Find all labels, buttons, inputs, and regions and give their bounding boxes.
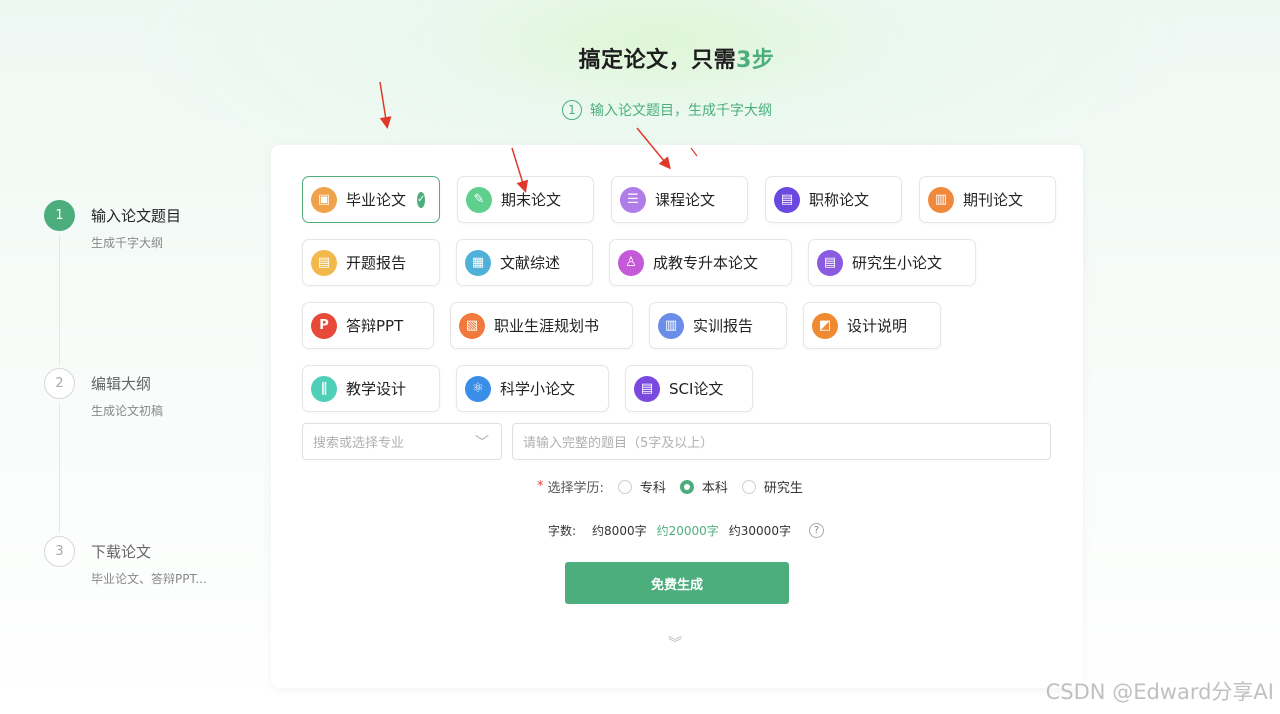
- paper-type-icon: ◩: [812, 312, 838, 339]
- paper-type-chip[interactable]: P 答辩PPT: [302, 302, 434, 349]
- topic-input-placeholder: 请输入完整的题目（5字及以上）: [523, 436, 714, 451]
- required-mark: *: [537, 479, 544, 494]
- step-connector: [59, 235, 60, 365]
- current-step-hint: 1 输入论文题目，生成千字大纲: [562, 100, 772, 120]
- paper-type-chip[interactable]: ☰ 课程论文: [611, 176, 748, 223]
- paper-type-label: 教学设计: [346, 380, 407, 398]
- paper-type-grid: ▣ 毕业论文 ✓ ✎ 期末论文 ☰ 课程论文 ▤ 职称论文 ▥ 期刊论文 ▤ 开题报告 ▦ 文献综述 ♙ 成教…: [302, 176, 1062, 428]
- radio-icon: [617, 479, 632, 494]
- paper-type-icon: ▦: [465, 249, 491, 276]
- radio-checked-icon: [679, 479, 694, 494]
- paper-type-icon: ✎: [466, 186, 492, 213]
- paper-type-chip[interactable]: ∥ 教学设计: [302, 365, 440, 412]
- step-3-number: 3: [44, 536, 75, 567]
- paper-type-icon: ▥: [658, 312, 684, 339]
- step-3-title: 下载论文: [91, 543, 152, 561]
- paper-type-label: 科学小论文: [500, 380, 576, 398]
- step-2-number: 2: [44, 368, 75, 399]
- paper-type-icon: ▣: [311, 186, 337, 213]
- paper-type-chip[interactable]: ▥ 期刊论文: [919, 176, 1056, 223]
- page-title: 搞定论文，只需3步: [578, 48, 775, 73]
- paper-type-label: SCI论文: [669, 380, 724, 398]
- paper-type-chip[interactable]: ▥ 实训报告: [649, 302, 787, 349]
- paper-type-label: 期刊论文: [963, 191, 1024, 209]
- paper-type-chip[interactable]: ♙ 成教专升本论文: [609, 239, 792, 286]
- step-3-subtitle: 毕业论文、答辩PPT...: [91, 572, 207, 586]
- word-count-label: 字数:: [548, 524, 577, 538]
- degree-option-graduate[interactable]: 研究生: [741, 477, 803, 496]
- paper-type-label: 实训报告: [693, 317, 754, 335]
- paper-type-chip[interactable]: ▤ 职称论文: [765, 176, 902, 223]
- paper-type-icon: ▥: [928, 186, 954, 213]
- generate-button[interactable]: 免费生成: [565, 562, 789, 604]
- step-connector: [59, 403, 60, 533]
- paper-type-chip[interactable]: ▦ 文献综述: [456, 239, 593, 286]
- chevron-down-icon: ﹀: [475, 434, 489, 451]
- degree-option-junior-college[interactable]: 专科: [617, 477, 666, 496]
- chevron-double-down-icon[interactable]: ︾: [668, 633, 682, 653]
- paper-type-chip[interactable]: ▤ 研究生小论文: [808, 239, 976, 286]
- word-count-selector: 字数: 约8000字 约20000字 约30000字 ?: [548, 522, 824, 539]
- topic-inputs: 搜索或选择专业 ﹀ 请输入完整的题目（5字及以上）: [302, 423, 1051, 460]
- step-1-number: 1: [44, 200, 75, 231]
- word-count-option-8000[interactable]: 约8000字: [592, 522, 647, 539]
- degree-selector: * 选择学历: 专科 本科 研究生: [537, 477, 803, 496]
- annotation-arrow: [379, 81, 392, 129]
- word-count-option-30000[interactable]: 约30000字: [729, 522, 791, 539]
- paper-type-label: 职业生涯规划书: [494, 317, 600, 335]
- paper-type-chip[interactable]: ⚛ 科学小论文: [456, 365, 609, 412]
- step-number-icon: 1: [562, 100, 582, 120]
- paper-type-icon: ☰: [620, 186, 646, 213]
- paper-type-chip[interactable]: ✎ 期末论文: [457, 176, 594, 223]
- current-step-text: 输入论文题目，生成千字大纲: [590, 103, 772, 119]
- paper-type-label: 文献综述: [500, 254, 561, 272]
- generator-card: ▣ 毕业论文 ✓ ✎ 期末论文 ☰ 课程论文 ▤ 职称论文 ▥ 期刊论文 ▤ 开题报告 ▦ 文献综述 ♙ 成教…: [271, 145, 1083, 688]
- step-1-title: 输入论文题目: [91, 207, 182, 225]
- major-select[interactable]: 搜索或选择专业 ﹀: [302, 423, 502, 460]
- paper-type-label: 毕业论文: [346, 191, 407, 209]
- watermark: CSDN @Edward分享AI: [1045, 680, 1274, 704]
- paper-type-icon: ▤: [634, 375, 660, 402]
- paper-type-icon: ▧: [459, 312, 485, 339]
- paper-type-chip[interactable]: ▤ 开题报告: [302, 239, 440, 286]
- topic-input[interactable]: 请输入完整的题目（5字及以上）: [512, 423, 1051, 460]
- paper-type-chip[interactable]: ▧ 职业生涯规划书: [450, 302, 633, 349]
- paper-type-label: 成教专升本论文: [653, 254, 759, 272]
- paper-type-label: 课程论文: [655, 191, 716, 209]
- paper-type-icon: ♙: [618, 249, 644, 276]
- paper-type-icon: ▤: [817, 249, 843, 276]
- step-2-title: 编辑大纲: [91, 375, 152, 393]
- degree-option-bachelor[interactable]: 本科: [679, 477, 728, 496]
- paper-type-chip[interactable]: ▣ 毕业论文 ✓: [302, 176, 440, 223]
- paper-type-icon: ∥: [311, 375, 337, 402]
- degree-label: 选择学历:: [547, 481, 604, 496]
- step-1-subtitle: 生成千字大纲: [91, 236, 164, 250]
- paper-type-label: 答辩PPT: [346, 317, 404, 335]
- paper-type-chip[interactable]: ◩ 设计说明: [803, 302, 941, 349]
- paper-type-chip[interactable]: ▤ SCI论文: [625, 365, 753, 412]
- radio-icon: [741, 479, 756, 494]
- paper-type-icon: ▤: [311, 249, 337, 276]
- paper-type-icon: P: [311, 312, 337, 339]
- paper-type-label: 开题报告: [346, 254, 407, 272]
- major-select-placeholder: 搜索或选择专业: [313, 436, 405, 451]
- paper-type-label: 职称论文: [809, 191, 870, 209]
- step-2-subtitle: 生成论文初稿: [91, 404, 164, 418]
- paper-type-icon: ⚛: [465, 375, 491, 402]
- paper-type-label: 设计说明: [847, 317, 908, 335]
- paper-type-icon: ▤: [774, 186, 800, 213]
- word-count-option-20000[interactable]: 约20000字: [657, 522, 719, 539]
- paper-type-label: 研究生小论文: [852, 254, 943, 272]
- check-icon: ✓: [417, 191, 426, 208]
- paper-type-label: 期末论文: [501, 191, 562, 209]
- help-icon[interactable]: ?: [808, 523, 824, 538]
